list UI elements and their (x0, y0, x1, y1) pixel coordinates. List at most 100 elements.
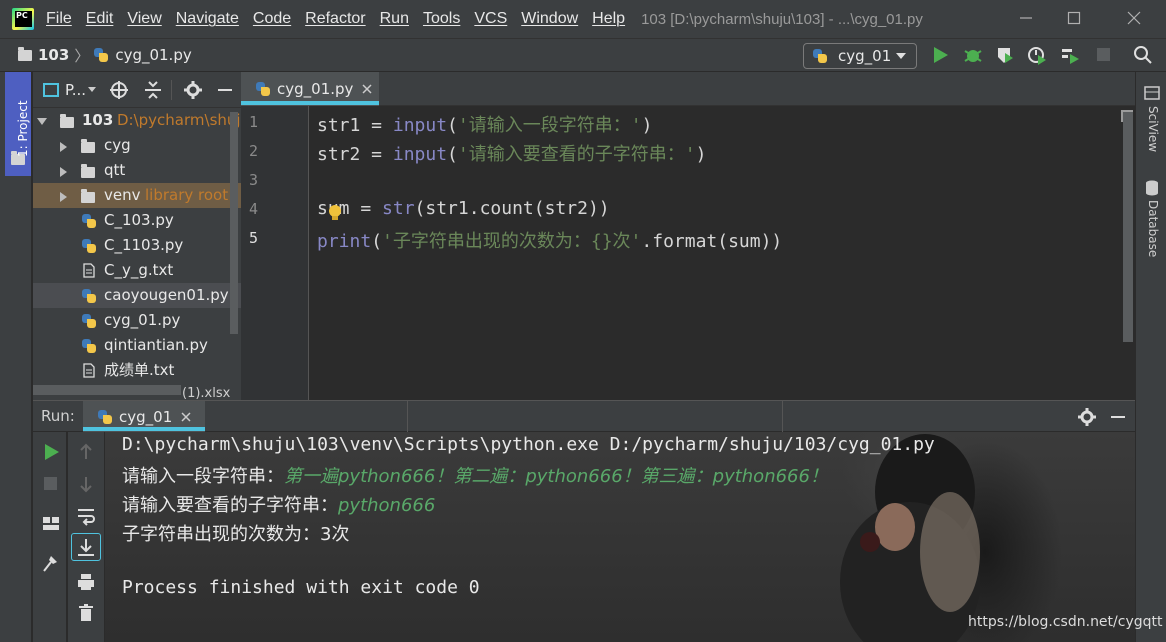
editor-tab-label: cyg_01.py (277, 80, 354, 98)
folder-icon (18, 46, 32, 61)
header-divider (782, 401, 783, 433)
tree-item-label: C_y_g.txt (104, 261, 174, 279)
expand-arrow-icon[interactable] (60, 167, 67, 177)
database-icon[interactable] (1144, 180, 1160, 196)
active-run-tab-indicator (83, 427, 205, 431)
project-horizontal-scrollbar[interactable] (33, 385, 181, 395)
watermark: https://blog.csdn.net/cygqtt (968, 614, 1163, 630)
tree-item-cyg-01-py[interactable]: cyg_01.py (33, 308, 241, 333)
concurrency-diagram-icon[interactable] (1060, 45, 1080, 65)
breadcrumb-separator-icon: 〉 (74, 46, 90, 65)
breadcrumb-file[interactable]: cyg_01.py (115, 46, 191, 64)
project-view-icon (43, 82, 59, 97)
line-number: 1 (249, 113, 259, 131)
menu-help[interactable]: Help (592, 10, 625, 28)
expand-arrow-icon[interactable] (60, 192, 67, 202)
run-console-output[interactable]: D:\pycharm\shuju\103\venv\Scripts\python… (105, 432, 1135, 642)
tree-item-label: cyg (104, 136, 131, 154)
rerun-icon[interactable] (41, 442, 61, 462)
minimize-icon (1020, 17, 1032, 19)
window-title: 103 [D:\pycharm\shuju\103] - ...\cyg_01.… (641, 10, 923, 28)
chevron-down-icon (88, 86, 97, 92)
menu-view[interactable]: View (127, 10, 161, 28)
stop-icon[interactable] (1094, 45, 1114, 65)
header-divider (171, 80, 172, 100)
project-panel: P... 103 D:\pycharm\shuju cyg qtt venv l… (33, 72, 241, 402)
console-line-command: D:\pycharm\shuju\103\venv\Scripts\python… (122, 434, 935, 455)
folder-icon (60, 114, 74, 128)
arrow-up-icon[interactable] (76, 442, 96, 462)
title-bar: File Edit View Navigate Code Refactor Ru… (0, 0, 1166, 38)
python-config-icon (812, 48, 828, 64)
search-everywhere-icon[interactable] (1133, 45, 1153, 65)
run-config-label: cyg_01 (838, 47, 892, 65)
tree-item-label: C_103.py (104, 211, 174, 229)
tree-item-c-103-py[interactable]: C_103.py (33, 208, 241, 233)
right-tool-strip: SciView Database (1135, 72, 1166, 642)
python-config-icon (97, 409, 113, 425)
run-with-coverage-icon[interactable] (995, 45, 1015, 65)
menu-run[interactable]: Run (380, 10, 409, 28)
breadcrumb-project[interactable]: 103 (38, 46, 69, 64)
database-tab[interactable]: Database (1146, 200, 1160, 257)
code-editor[interactable]: str1 = input('请输入一段字符串：') str2 = input('… (309, 106, 1135, 400)
run-config-select[interactable]: cyg_01 (803, 43, 917, 69)
tree-item-caoyougen01-py[interactable]: caoyougen01.py (33, 283, 241, 308)
tree-item-partial-xlsx[interactable]: (1).xlsx (182, 386, 230, 401)
pin-icon[interactable] (41, 554, 61, 574)
close-tab-icon[interactable] (361, 83, 373, 95)
intention-bulb-icon[interactable] (327, 204, 343, 222)
minimize-button[interactable] (1016, 8, 1036, 28)
debug-icon[interactable] (963, 45, 983, 65)
menu-refactor[interactable]: Refactor (305, 10, 365, 28)
restore-layout-icon[interactable] (41, 514, 61, 534)
run-icon[interactable] (930, 45, 950, 65)
expand-arrow-icon[interactable] (60, 142, 67, 152)
sciview-tab[interactable]: SciView (1146, 106, 1160, 152)
menu-edit[interactable]: Edit (86, 10, 114, 28)
gear-icon[interactable] (1077, 407, 1097, 427)
project-view-select[interactable]: P... (65, 81, 86, 99)
python-file-icon (81, 213, 97, 229)
scroll-to-end-toggle[interactable] (71, 533, 101, 561)
menu-window[interactable]: Window (521, 10, 578, 28)
arrow-down-icon[interactable] (76, 474, 96, 494)
project-vertical-scrollbar[interactable] (230, 112, 238, 334)
tree-item-c-y-g-txt[interactable]: C_y_g.txt (33, 258, 241, 283)
menu-code[interactable]: Code (253, 10, 291, 28)
active-tab-indicator (241, 101, 379, 105)
soft-wrap-icon[interactable] (76, 506, 96, 526)
tree-item-report-txt[interactable]: 成绩单.txt (33, 358, 241, 383)
tree-root-103[interactable]: 103 D:\pycharm\shuju (33, 108, 241, 133)
menu-navigate[interactable]: Navigate (176, 10, 239, 28)
close-tab-icon[interactable] (180, 411, 192, 423)
menu-file[interactable]: File (46, 10, 72, 28)
tree-item-cyg[interactable]: cyg (33, 133, 241, 158)
menu-tools[interactable]: Tools (423, 10, 460, 28)
profile-icon[interactable] (1027, 45, 1047, 65)
maximize-icon (1067, 11, 1081, 25)
maximize-button[interactable] (1064, 8, 1084, 28)
editor-vertical-scrollbar[interactable] (1123, 112, 1133, 342)
print-icon[interactable] (76, 572, 96, 592)
collapse-all-icon[interactable] (143, 80, 163, 100)
trash-icon[interactable] (76, 603, 96, 623)
hide-panel-icon[interactable] (1109, 407, 1127, 427)
console-line-prompt-2: 请输入要查看的子字符串：python666 (122, 495, 436, 516)
run-toolbar-primary (33, 432, 67, 642)
text-file-icon (83, 363, 95, 378)
close-window-button[interactable] (1124, 8, 1144, 28)
tree-item-c-1103-py[interactable]: C_1103.py (33, 233, 241, 258)
code-line-4: sum = str(str1.count(str2)) (317, 198, 610, 219)
tree-item-venv[interactable]: venv library root (33, 183, 241, 208)
tree-item-qintiantian-py[interactable]: qintiantian.py (33, 333, 241, 358)
stop-icon[interactable] (41, 474, 61, 494)
sciview-icon[interactable] (1144, 86, 1160, 100)
tree-item-label: C_1103.py (104, 236, 184, 254)
locate-target-icon[interactable] (109, 80, 129, 100)
gear-icon[interactable] (183, 80, 203, 100)
menu-vcs[interactable]: VCS (474, 10, 507, 28)
hide-panel-icon[interactable] (216, 80, 234, 100)
expand-arrow-icon[interactable] (37, 118, 47, 125)
tree-item-qtt[interactable]: qtt (33, 158, 241, 183)
